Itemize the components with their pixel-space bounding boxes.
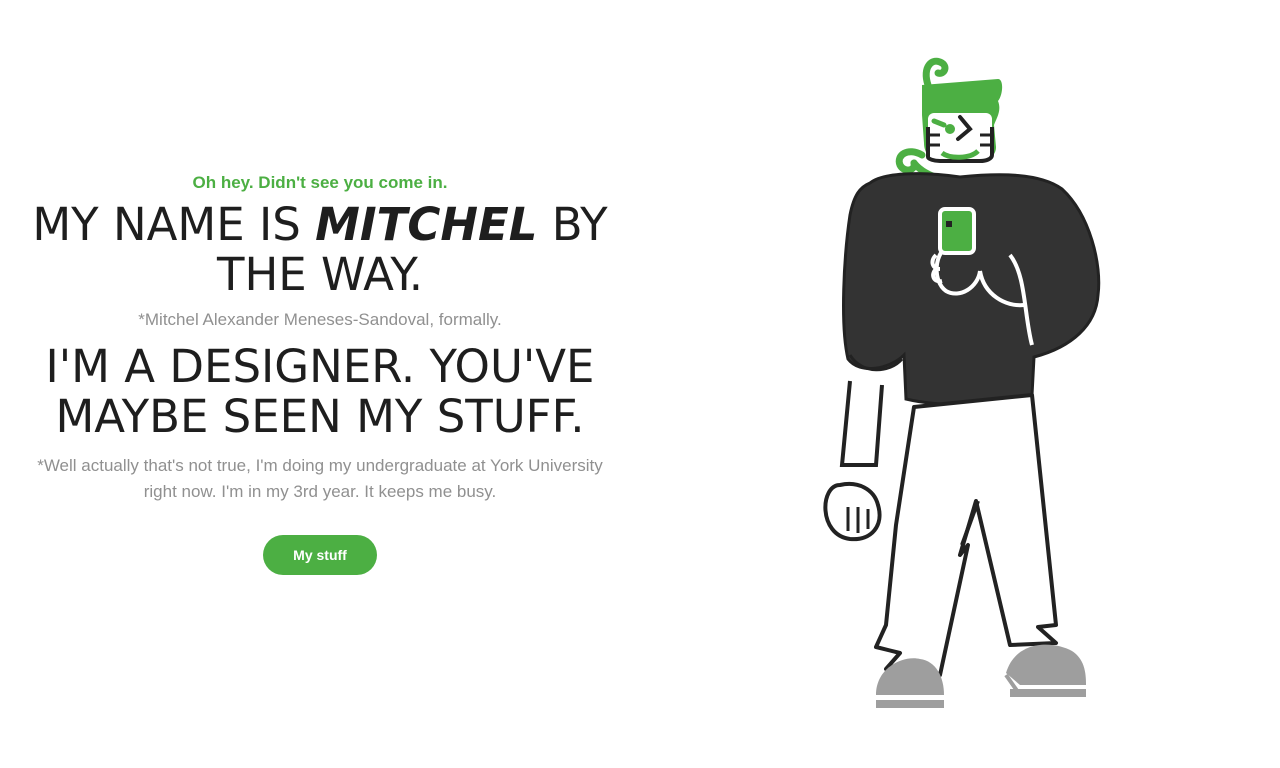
my-stuff-button[interactable]: My stuff xyxy=(263,535,377,575)
arm-icon xyxy=(823,380,884,542)
sweater-icon xyxy=(842,172,1101,407)
headline-prefix: MY NAME IS xyxy=(32,198,316,251)
character-illustration-icon xyxy=(823,57,1101,708)
name-headline: MY NAME IS MITCHEL BY THE WAY. xyxy=(20,200,620,300)
formal-name-note: *Mitchel Alexander Meneses-Sandoval, for… xyxy=(138,310,502,329)
greeting-text: Oh hey. Didn't see you come in. xyxy=(192,173,448,192)
character-illustration xyxy=(810,55,1110,715)
headline-name: MITCHEL xyxy=(315,198,538,251)
hero-text-column: Oh hey. Didn't see you come in. MY NAME … xyxy=(20,168,620,575)
designer-headline: I'M A DESIGNER. YOU'VE MAYBE SEEN MY STU… xyxy=(45,340,595,443)
pants-icon xyxy=(874,393,1058,677)
head-icon xyxy=(895,57,1003,183)
undergrad-note: *Well actually that's not true, I'm doin… xyxy=(37,456,603,501)
